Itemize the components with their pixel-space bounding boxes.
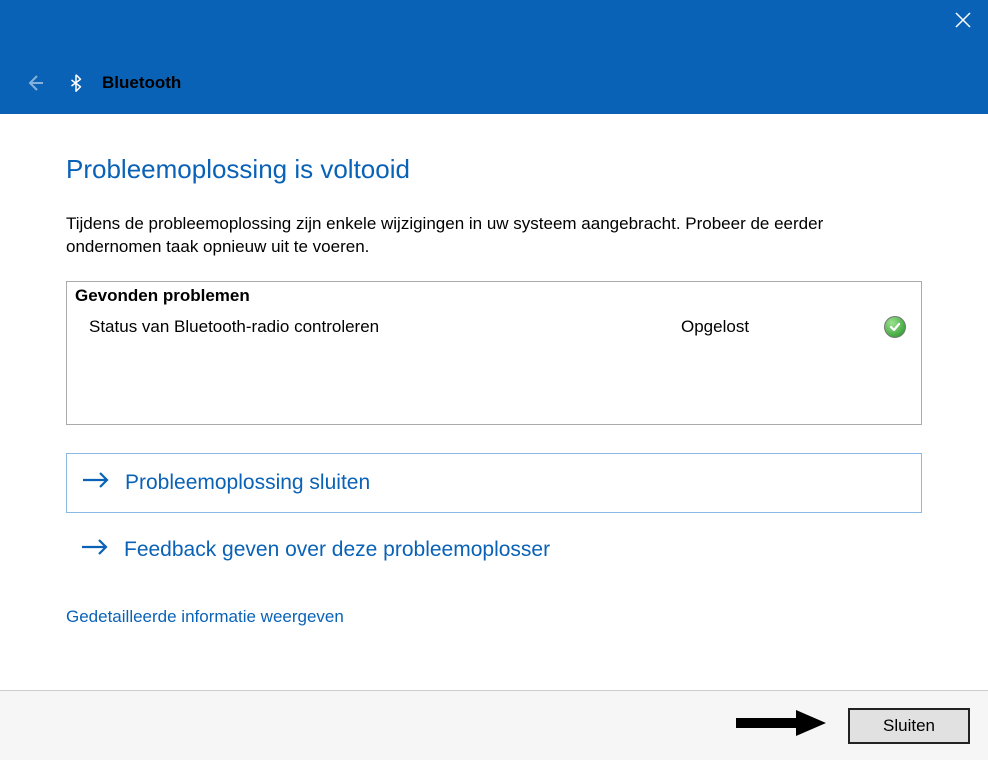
pointer-arrow-icon (734, 708, 830, 743)
bluetooth-icon (64, 71, 88, 95)
action-label: Feedback geven over deze probleemoplosse… (124, 538, 550, 562)
problems-box: Gevonden problemen Status van Bluetooth-… (66, 281, 922, 425)
close-icon[interactable] (938, 0, 988, 40)
page-heading: Probleemoplossing is voltooid (66, 154, 922, 185)
problem-status: Opgelost (681, 317, 881, 337)
checkmark-icon (881, 316, 909, 338)
problems-header: Gevonden problemen (67, 282, 921, 310)
close-button[interactable]: Sluiten (848, 708, 970, 744)
problem-name: Status van Bluetooth-radio controleren (89, 317, 681, 337)
give-feedback-link[interactable]: Feedback geven over deze probleemoplosse… (66, 521, 922, 579)
page-description: Tijdens de probleemoplossing zijn enkele… (66, 213, 922, 259)
footer-bar: Sluiten (0, 690, 988, 760)
back-arrow-icon[interactable] (20, 68, 50, 98)
arrow-right-icon (80, 537, 110, 563)
content-area: Probleemoplossing is voltooid Tijdens de… (0, 114, 988, 627)
header-title: Bluetooth (102, 73, 181, 93)
titlebar (0, 0, 988, 52)
action-label: Probleemoplossing sluiten (125, 471, 370, 495)
arrow-right-icon (81, 470, 111, 496)
close-troubleshooter-link[interactable]: Probleemoplossing sluiten (66, 453, 922, 513)
detailed-info-link[interactable]: Gedetailleerde informatie weergeven (66, 607, 344, 627)
header-bar: Bluetooth (0, 52, 988, 114)
problem-row: Status van Bluetooth-radio controleren O… (67, 310, 921, 344)
